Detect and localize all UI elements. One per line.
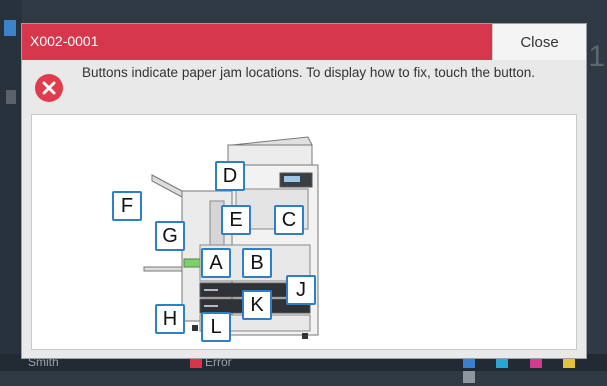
error-icon	[35, 74, 63, 102]
background-sidebar	[0, 0, 22, 371]
dialog-title: X002-0001	[30, 33, 99, 49]
jam-location-diagram: D F E C G A B J K H L	[31, 114, 577, 350]
jam-location-button-f[interactable]: F	[112, 191, 142, 221]
app-menu-icon	[4, 20, 16, 36]
background-digit: 1	[588, 40, 605, 73]
jam-location-button-j[interactable]: J	[286, 275, 316, 305]
dialog-title-bar: X002-0001 Close	[22, 24, 586, 60]
jam-location-button-c[interactable]: C	[274, 205, 304, 235]
jam-location-button-b[interactable]: B	[242, 248, 272, 278]
close-button[interactable]: Close	[492, 24, 586, 60]
jam-location-button-l[interactable]: L	[201, 312, 231, 342]
jam-location-button-h[interactable]: H	[155, 304, 185, 334]
instruction-message: Buttons indicate paper jam locations. To…	[82, 65, 536, 80]
ink-levels	[445, 356, 607, 386]
ink-g-icon	[463, 371, 475, 383]
paper-jam-dialog: X002-0001 Close Buttons indicate paper j…	[22, 24, 586, 358]
jam-location-button-k[interactable]: K	[242, 290, 272, 320]
jam-location-button-g[interactable]: G	[155, 221, 185, 251]
jam-location-button-d[interactable]: D	[215, 161, 245, 191]
message-row: Buttons indicate paper jam locations. To…	[22, 60, 586, 112]
printer-illustration	[143, 136, 319, 339]
jam-location-button-a[interactable]: A	[201, 248, 231, 278]
jam-location-button-e[interactable]: E	[221, 205, 251, 235]
app-doc-icon	[6, 90, 16, 104]
